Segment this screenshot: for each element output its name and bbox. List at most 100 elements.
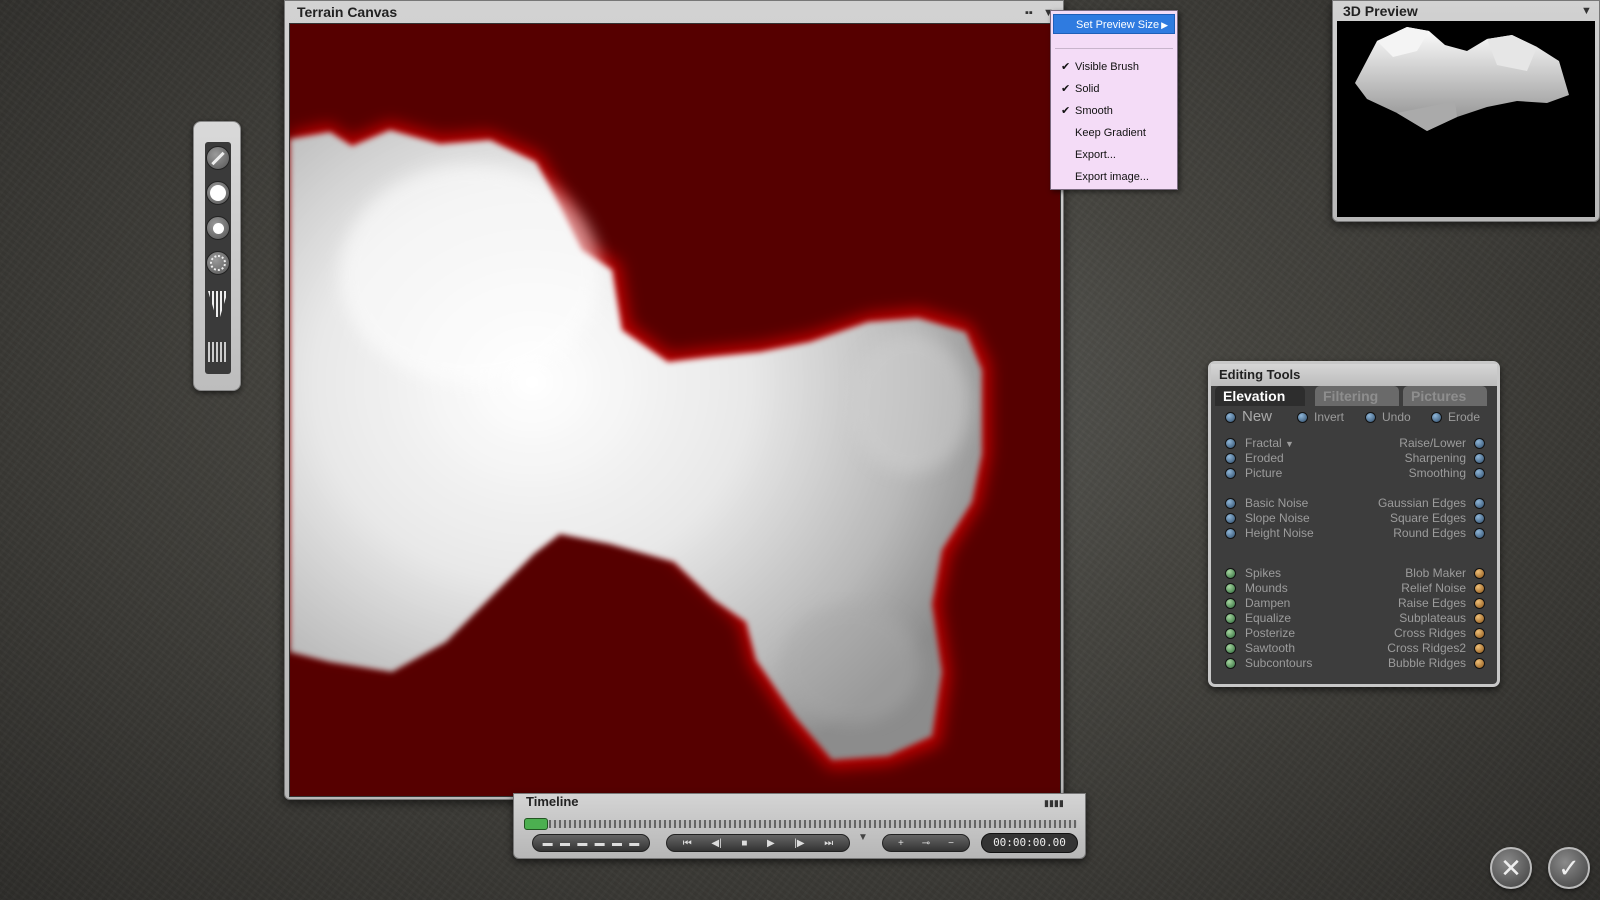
menu-item-label: Set Preview Size [1076,19,1160,31]
led-icon [1225,411,1236,423]
tool-sawtooth[interactable]: Sawtooth [1225,641,1295,656]
tool-mounds[interactable]: Mounds [1225,581,1288,596]
tool-smoothing[interactable]: Smoothing [1409,466,1485,481]
led-icon [1225,628,1236,640]
keyframe-slot-icon: ▬ [629,837,640,849]
menu-item-solid[interactable]: ✔ Solid [1053,79,1175,99]
brush-grid-tool[interactable] [205,338,231,366]
terrain-canvas-title: Terrain Canvas [297,4,398,20]
large-brush-icon [206,181,230,205]
stop-icon[interactable]: ■ [741,838,747,849]
undo-button[interactable]: Undo [1365,410,1411,425]
tool-picture[interactable]: Picture [1225,466,1282,481]
invert-label: Invert [1314,410,1345,424]
editing-tools-panel: Editing Tools Elevation Filtering Pictur… [1208,361,1500,687]
led-icon [1474,598,1485,610]
remove-keyframe-icon[interactable]: − [948,838,954,849]
timeline-scrubber[interactable] [524,818,1077,830]
menu-item-export-image[interactable]: Export image... [1053,167,1175,187]
step-back-icon[interactable]: ◀| [711,838,721,849]
brush-tool-small[interactable] [205,214,231,242]
led-icon [1225,528,1236,540]
tool-posterize[interactable]: Posterize [1225,626,1295,641]
step-forward-icon[interactable]: |▶ [794,838,804,849]
menu-item-smooth[interactable]: ✔ Smooth [1053,101,1175,121]
menu-item-keep-gradient[interactable]: Keep Gradient [1053,123,1175,143]
tool-label: Cross Ridges [1393,626,1466,640]
tab-elevation[interactable]: Elevation [1215,386,1305,406]
skip-start-icon[interactable]: ⏮ [683,838,692,849]
menu-separator [1055,48,1173,49]
play-icon[interactable]: ▶ [767,838,775,849]
menu-item-visible-brush[interactable]: ✔ Visible Brush [1053,57,1175,77]
tool-label: Relief Noise [1401,581,1466,595]
tool-square-edges[interactable]: Square Edges [1390,511,1485,526]
menu-item-export[interactable]: Export... [1053,145,1175,165]
tool-cross-ridges2[interactable]: Cross Ridges2 [1387,641,1485,656]
tool-label: Subplateaus [1399,611,1466,625]
tool-bubble-ridges[interactable]: Bubble Ridges [1388,656,1485,671]
tool-cross-ridges[interactable]: Cross Ridges [1394,626,1485,641]
tool-raise-edges[interactable]: Raise Edges [1398,596,1485,611]
window-options-icon[interactable]: ▪▪ [1025,7,1033,19]
tool-sharpening[interactable]: Sharpening [1405,451,1485,466]
menu-item-label: Keep Gradient [1075,127,1146,139]
chevron-down-icon[interactable]: ▼ [1581,5,1592,17]
tool-subcontours[interactable]: Subcontours [1225,656,1312,671]
tool-eroded[interactable]: Eroded [1225,451,1284,466]
tool-slope-noise[interactable]: Slope Noise [1225,511,1310,526]
chevron-down-icon[interactable]: ▼ [858,832,868,843]
new-button[interactable]: New [1225,409,1272,424]
led-icon [1474,583,1485,595]
timeline-playhead[interactable] [524,818,548,830]
led-icon [1365,412,1376,424]
tool-blob-maker[interactable]: Blob Maker [1405,566,1485,581]
chevron-down-icon[interactable]: ▼ [1285,439,1294,449]
terrain-canvas[interactable] [289,23,1061,797]
tool-label: Slope Noise [1245,511,1310,525]
skip-end-icon[interactable]: ⏭ [824,838,833,849]
tool-relief-noise[interactable]: Relief Noise [1401,581,1485,596]
tab-filtering[interactable]: Filtering [1315,386,1399,406]
canvas-options-menu: Set Preview Size ▶ ✔ Visible Brush ✔ Sol… [1050,10,1178,190]
brush-tool-soft[interactable] [205,249,231,277]
tab-pictures[interactable]: Pictures [1403,386,1487,406]
led-icon [1474,468,1485,480]
keyframe-strip[interactable]: ▬ ▬ ▬ ▬ ▬ ▬ [532,834,650,852]
add-keyframe-icon[interactable]: + [898,838,904,849]
key-icon[interactable]: ⊸ [922,838,930,849]
cancel-button[interactable]: ✕ [1490,847,1532,889]
ok-button[interactable]: ✓ [1548,847,1590,889]
tool-gaussian-edges[interactable]: Gaussian Edges [1378,496,1485,511]
preview-3d-viewport[interactable] [1337,21,1595,217]
tool-raise-lower[interactable]: Raise/Lower [1399,436,1485,451]
led-icon [1431,412,1442,424]
tool-subplateaus[interactable]: Subplateaus [1399,611,1485,626]
tool-height-noise[interactable]: Height Noise [1225,526,1314,541]
editing-tools-title: Editing Tools [1211,364,1497,386]
menu-item-set-preview-size[interactable]: Set Preview Size ▶ [1053,14,1175,34]
submenu-arrow-icon: ▶ [1161,20,1168,30]
brush-falloff-tool[interactable] [205,290,231,318]
falloff-icon [208,291,228,317]
tool-basic-noise[interactable]: Basic Noise [1225,496,1308,511]
tool-label: Cross Ridges2 [1387,641,1466,655]
erode-label: Erode [1448,410,1481,424]
tool-dampen[interactable]: Dampen [1225,596,1290,611]
brush-tool-large[interactable] [205,179,231,207]
invert-button[interactable]: Invert [1297,410,1344,425]
keyframe-controls: + ⊸ − [882,834,970,852]
tool-round-edges[interactable]: Round Edges [1393,526,1485,541]
brush-tool-erase[interactable] [205,144,231,172]
timecode-display: 00:00:00.00 [981,833,1078,853]
led-icon [1474,613,1485,625]
tool-label: Height Noise [1245,526,1314,540]
tool-fractal[interactable]: Fractal ▼ [1225,436,1294,451]
timeline-grip-icon[interactable]: ▮▮▮▮ [1044,798,1064,809]
tool-spikes[interactable]: Spikes [1225,566,1281,581]
brush-toolbar [193,121,241,391]
keyframe-slot-icon: ▬ [542,837,553,849]
tool-equalize[interactable]: Equalize [1225,611,1291,626]
erode-button[interactable]: Erode [1431,410,1480,425]
keyframe-slot-icon: ▬ [594,837,605,849]
